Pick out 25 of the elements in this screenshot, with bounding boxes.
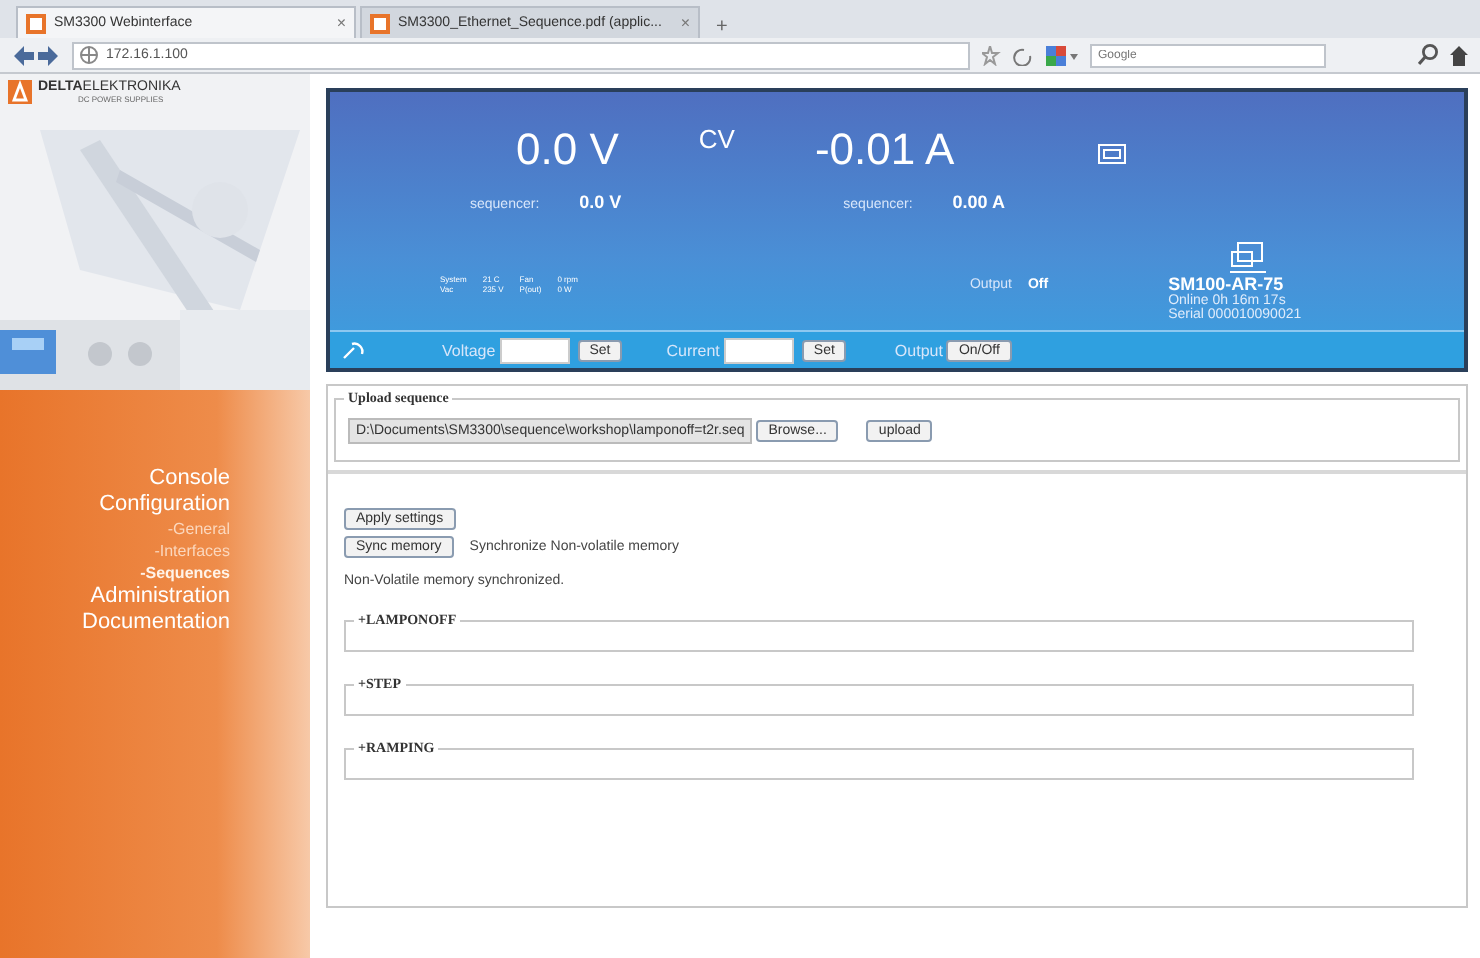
search-engine-icon[interactable] [1046, 45, 1078, 65]
current-reading: -0.01 A [814, 124, 955, 176]
sequencer-value: 0.00 A [952, 192, 1005, 212]
back-forward-icon[interactable] [12, 43, 60, 67]
close-icon[interactable]: × [336, 14, 346, 32]
current-label: Current [666, 341, 720, 359]
home-icon[interactable] [1450, 45, 1468, 65]
memory-card-icon[interactable] [1098, 144, 1127, 164]
output-label: Output [894, 341, 943, 359]
globe-icon[interactable] [80, 46, 98, 64]
mode-label: CV [698, 124, 735, 154]
new-tab-button[interactable]: + [704, 16, 740, 38]
computer-icon[interactable] [1229, 242, 1266, 274]
voltage-reading: 0.0 V [516, 124, 619, 176]
sequencer-value: 0.0 V [579, 192, 622, 212]
voltage-input[interactable] [499, 337, 570, 363]
bookmark-reload-icon[interactable] [982, 45, 1034, 65]
logo-icon[interactable] [8, 80, 32, 104]
voltage-label: Voltage [442, 341, 496, 359]
connection-icon[interactable] [342, 340, 366, 360]
page-icon[interactable] [26, 13, 46, 33]
page-icon[interactable] [370, 13, 390, 33]
search-icon[interactable] [1418, 44, 1438, 66]
current-input[interactable] [723, 337, 794, 363]
device-model: SM100-AR-75 [1168, 274, 1286, 294]
